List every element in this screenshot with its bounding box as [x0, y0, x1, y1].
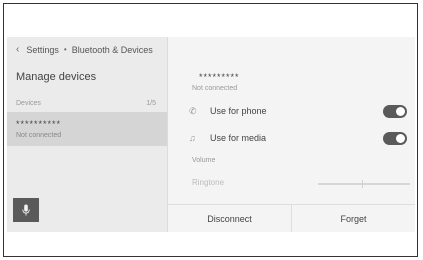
use-for-phone-label: Use for phone	[210, 106, 267, 116]
breadcrumb-separator: •	[63, 45, 67, 54]
toggle-knob	[396, 134, 405, 143]
devices-section-label: Devices	[16, 100, 41, 107]
volume-section-label: Volume	[192, 157, 216, 164]
ringtone-slider-mark	[362, 180, 363, 188]
use-for-phone-row[interactable]: ✆ Use for phone	[168, 102, 415, 122]
devices-count: 1/5	[146, 100, 156, 107]
screen: ‹ Settings • Bluetooth & Devices Manage …	[7, 37, 415, 232]
breadcrumb: ‹ Settings • Bluetooth & Devices	[16, 44, 153, 55]
disconnect-button[interactable]: Disconnect	[168, 205, 291, 232]
use-for-media-toggle[interactable]	[383, 132, 407, 145]
voice-button[interactable]	[13, 198, 39, 222]
toggle-knob	[396, 107, 405, 116]
device-detail-name: *********	[199, 72, 240, 82]
action-bar: Disconnect Forget	[168, 204, 415, 232]
use-for-media-row[interactable]: ♫ Use for media	[168, 129, 415, 149]
ringtone-volume-slider[interactable]	[318, 183, 410, 185]
forget-button[interactable]: Forget	[291, 205, 415, 232]
use-for-phone-toggle[interactable]	[383, 105, 407, 118]
breadcrumb-bluetooth-devices: Bluetooth & Devices	[71, 44, 153, 55]
device-detail-status: Not connected	[192, 85, 238, 92]
breadcrumb-settings[interactable]: Settings	[26, 45, 59, 55]
chevron-left-icon[interactable]: ‹	[16, 44, 19, 55]
phone-icon: ✆	[189, 106, 197, 116]
device-detail-panel: ********* Not connected ✆ Use for phone …	[168, 37, 415, 232]
device-list-status: Not connected	[16, 132, 62, 139]
page-title: Manage devices	[16, 71, 97, 83]
ringtone-label: Ringtone	[192, 178, 225, 187]
device-list-name: **********	[16, 119, 62, 129]
device-list-item[interactable]: ********** Not connected	[7, 112, 167, 146]
microphone-icon	[22, 204, 30, 216]
left-panel: ‹ Settings • Bluetooth & Devices Manage …	[7, 37, 168, 232]
use-for-media-label: Use for media	[210, 133, 267, 143]
music-note-icon: ♫	[189, 133, 196, 143]
